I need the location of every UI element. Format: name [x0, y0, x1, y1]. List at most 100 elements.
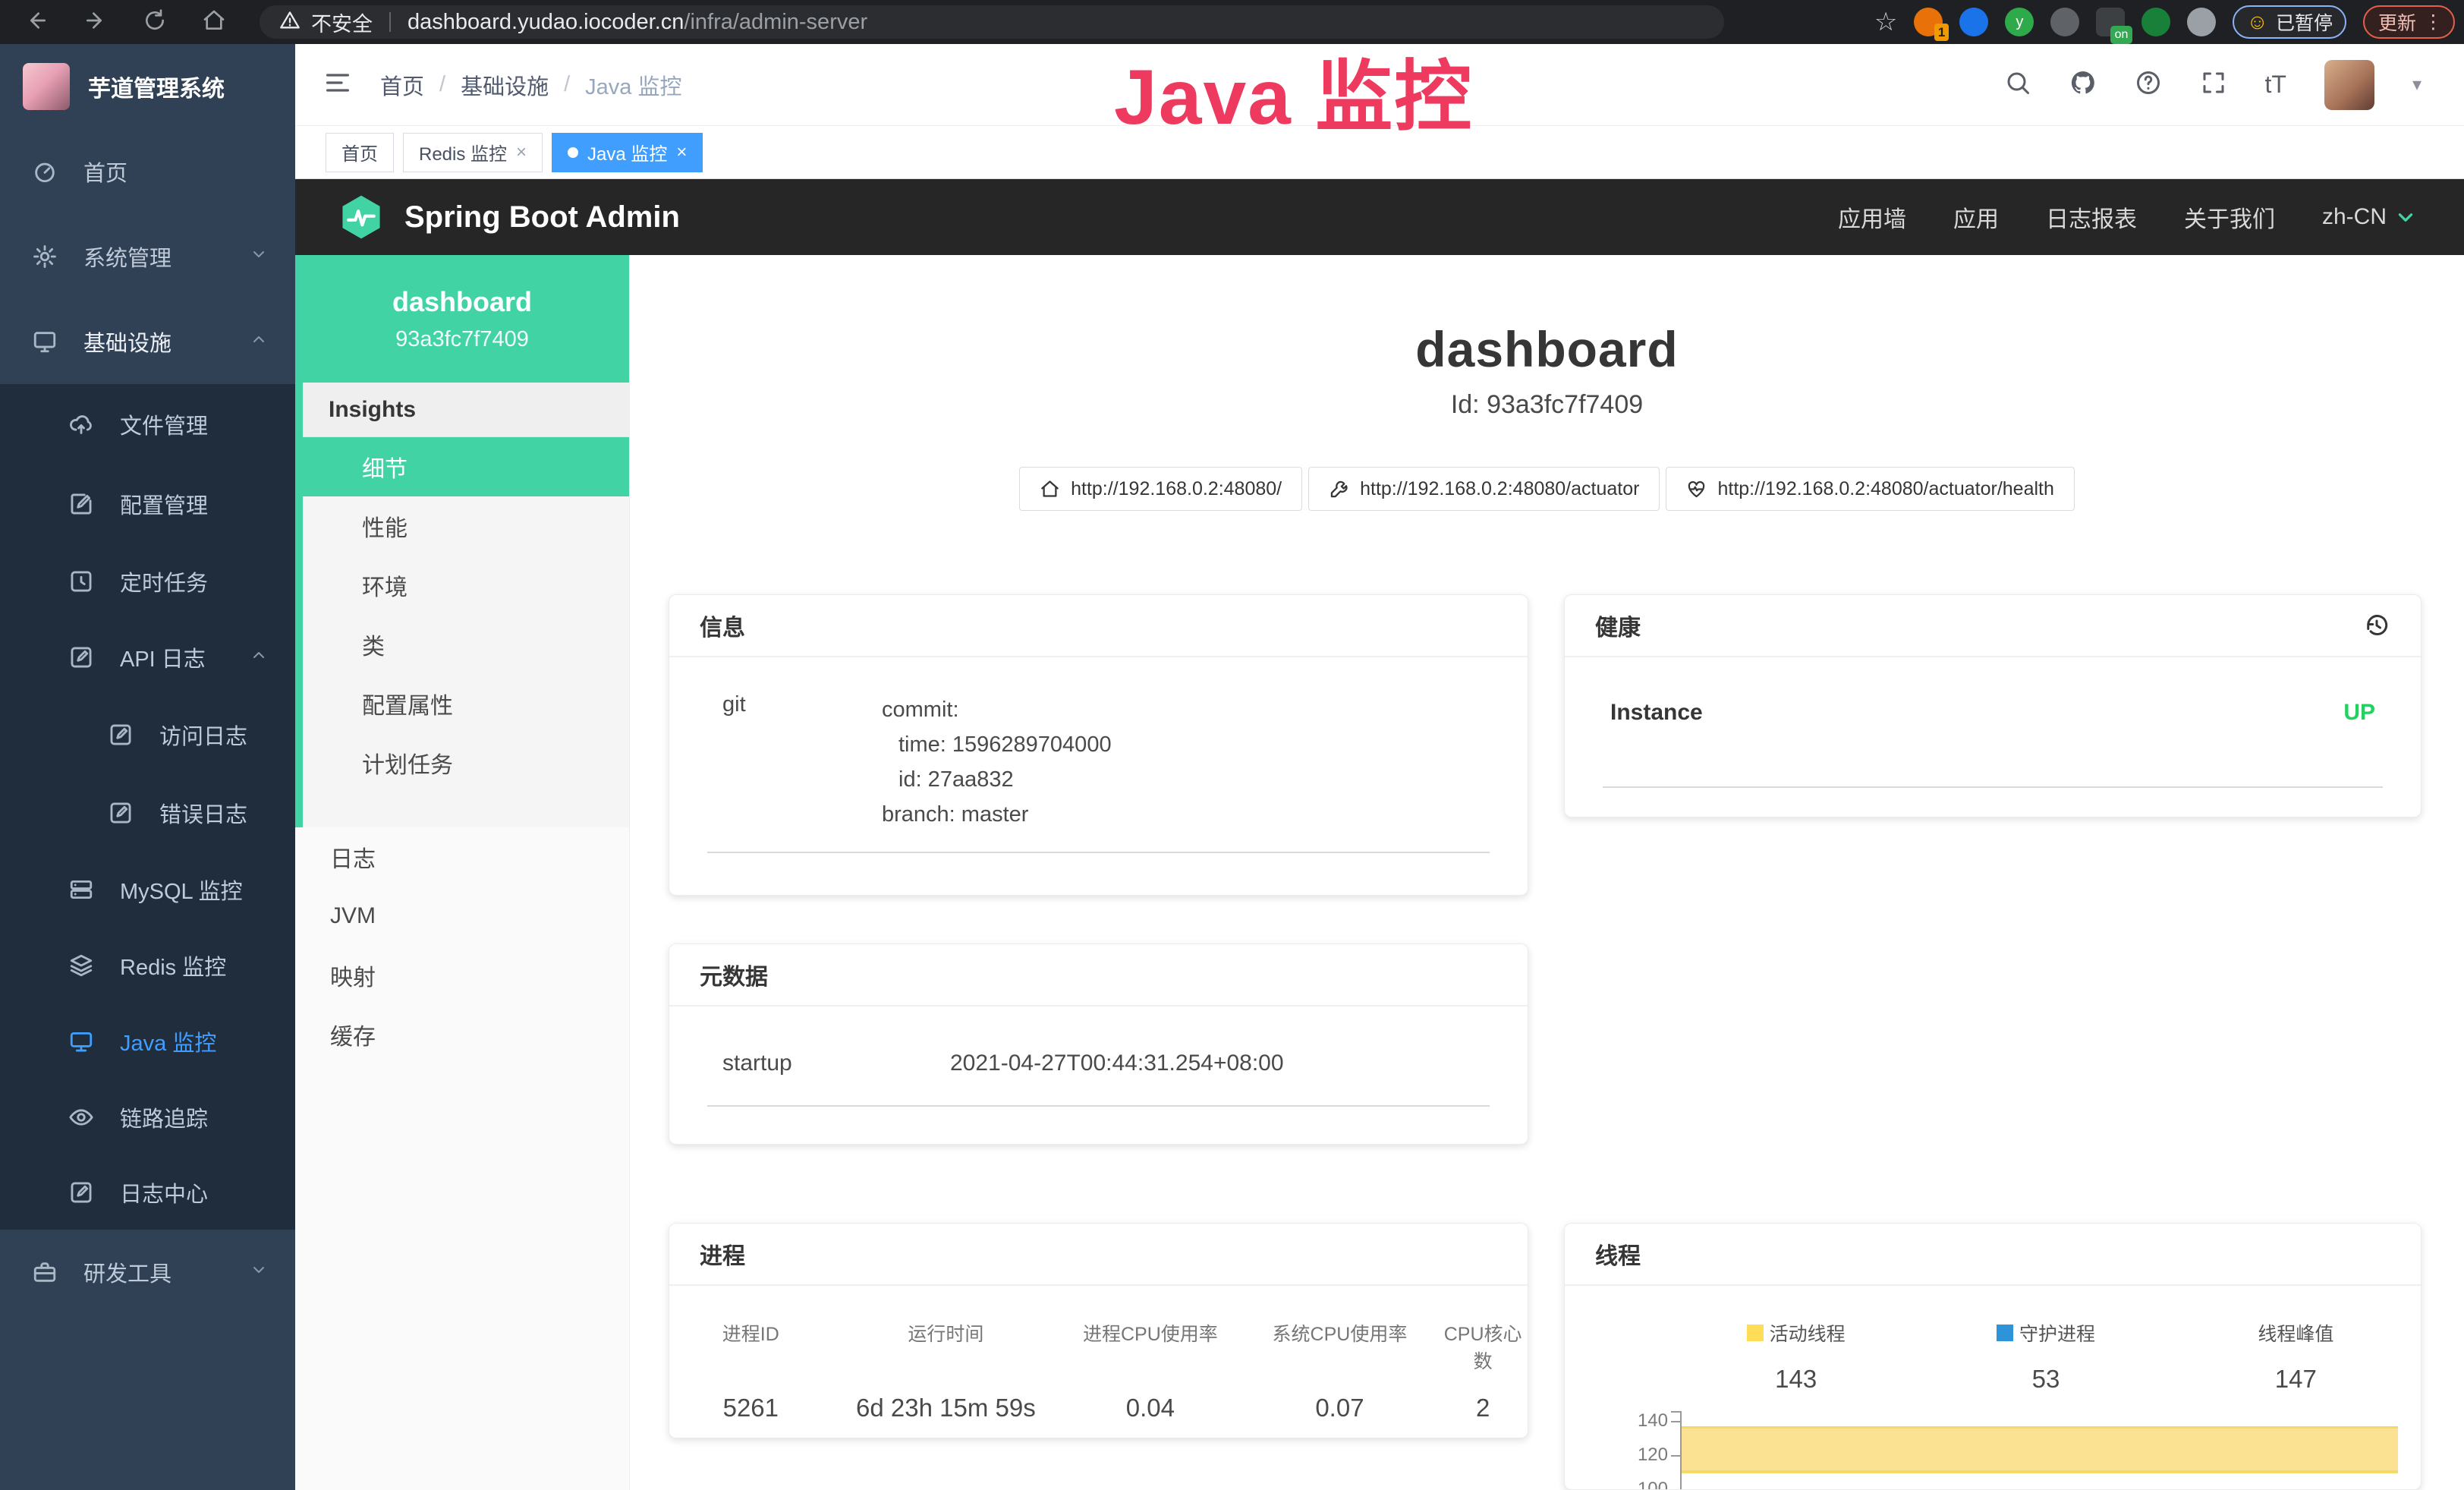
sidebar-item-access-logs[interactable]: 访问日志 — [0, 695, 295, 774]
edit-icon — [108, 722, 134, 748]
sidebar-item-redis-monitor[interactable]: Redis 监控 — [0, 928, 295, 1003]
fullscreen-icon[interactable] — [2200, 69, 2227, 100]
legend-live-threads: 活动线程 — [1671, 1319, 1921, 1347]
tab-java-monitor[interactable]: Java 监控× — [552, 133, 703, 172]
extension-pin-icon[interactable] — [1959, 8, 1988, 36]
java-monitor-icon — [68, 1029, 94, 1054]
extension-grid-icon[interactable] — [2050, 8, 2079, 36]
menu-item-logs[interactable]: 日志 — [295, 827, 629, 887]
threads-legend: 活动线程 守护进程 线程峰值 — [1565, 1319, 2421, 1347]
daemon-threads-value: 53 — [1921, 1365, 2170, 1394]
sidebar-item-config-mgmt[interactable]: 配置管理 — [0, 465, 295, 543]
extension-orange-icon[interactable]: 1 — [1914, 8, 1943, 36]
address-bar[interactable]: 不安全 dashboard.yudao.iocoder.cn/infra/adm… — [260, 5, 1724, 39]
actuator-url-button[interactable]: http://192.168.0.2:48080/actuator — [1308, 467, 1660, 511]
sba-nav-applications[interactable]: 应用 — [1953, 200, 1999, 234]
help-icon[interactable] — [2135, 69, 2162, 100]
menu-item-classes[interactable]: 类 — [303, 615, 629, 674]
sba-brand[interactable]: Spring Boot Admin — [295, 194, 680, 241]
instance-header[interactable]: dashboard 93a3fc7f7409 — [295, 255, 629, 383]
breadcrumb-infrastructure[interactable]: 基础设施 — [461, 69, 549, 101]
edit-icon — [108, 800, 134, 826]
status-badge: UP — [2343, 700, 2375, 726]
profile-paused-chip[interactable]: ☺已暂停 — [2233, 5, 2346, 39]
chrome-update-button[interactable]: 更新⋮ — [2363, 5, 2455, 39]
sidebar-item-home[interactable]: 首页 — [0, 129, 295, 214]
github-icon[interactable] — [2069, 69, 2097, 100]
tab-redis-monitor[interactable]: Redis 监控× — [403, 133, 543, 172]
menu-item-metrics[interactable]: 性能 — [303, 496, 629, 556]
forward-icon[interactable] — [83, 8, 108, 36]
menu-item-scheduled-tasks[interactable]: 计划任务 — [303, 733, 629, 792]
search-icon[interactable] — [2004, 69, 2031, 100]
history-icon[interactable] — [2363, 612, 2390, 639]
y-tick-label: 120 — [1615, 1444, 1668, 1466]
cloud-upload-icon — [68, 411, 94, 437]
avatar-caret-icon[interactable]: ▾ — [2412, 74, 2422, 96]
sba-nav-journal[interactable]: 日志报表 — [2046, 200, 2137, 234]
sidebar-item-file-mgmt[interactable]: 文件管理 — [0, 384, 295, 465]
user-avatar[interactable] — [2324, 60, 2374, 110]
hamburger-icon[interactable] — [323, 68, 353, 102]
sidebar-item-api-logs[interactable]: API 日志 — [0, 619, 295, 695]
legend-peak-threads: 线程峰值 — [2171, 1319, 2421, 1347]
info-key: git — [722, 692, 882, 832]
smiley-icon: ☺ — [2246, 10, 2268, 34]
tab-home[interactable]: 首页 — [326, 133, 394, 172]
menu-item-jvm[interactable]: JVM — [295, 887, 629, 946]
sidebar-item-log-center[interactable]: 日志中心 — [0, 1155, 295, 1230]
layers-icon — [68, 953, 94, 978]
bookmark-star-icon[interactable]: ☆ — [1874, 7, 1897, 37]
gauge-icon — [32, 159, 58, 184]
sidebar-item-system-mgmt[interactable]: 系统管理 — [0, 214, 295, 299]
locale-selector[interactable]: zh-CN — [2322, 204, 2415, 230]
threads-card-title: 线程 — [1565, 1224, 2421, 1286]
sidebar-item-scheduled-jobs[interactable]: 定时任务 — [0, 543, 295, 619]
reload-icon[interactable] — [143, 8, 167, 36]
service-url-button[interactable]: http://192.168.0.2:48080/ — [1019, 467, 1302, 511]
process-val-pid: 5261 — [669, 1394, 832, 1422]
chevron-down-icon — [250, 1260, 268, 1285]
sidebar-item-mysql-monitor[interactable]: MySQL 监控 — [0, 852, 295, 928]
menu-item-environment[interactable]: 环境 — [303, 556, 629, 615]
menu-item-config-props[interactable]: 配置属性 — [303, 674, 629, 733]
browser-right-cluster: ☆ 1 y on ☺已暂停 更新⋮ — [1874, 5, 2464, 39]
extension-switch-icon[interactable]: on — [2096, 8, 2125, 36]
sidebar-item-infrastructure[interactable]: 基础设施 — [0, 299, 295, 384]
breadcrumb-home[interactable]: 首页 — [380, 69, 424, 101]
extension-leaf-icon[interactable] — [2141, 8, 2170, 36]
address-divider — [389, 12, 391, 32]
threads-card: 线程 活动线程 守护进程 线程峰值 143 53 147 140 120 10 — [1564, 1223, 2422, 1490]
sidebar-item-java-monitor[interactable]: Java 监控 — [0, 1003, 295, 1079]
close-icon[interactable]: × — [676, 142, 687, 163]
menu-item-caches[interactable]: 缓存 — [295, 1005, 629, 1064]
sidebar-item-dev-tools[interactable]: 研发工具 — [0, 1230, 295, 1315]
extensions-puzzle-icon[interactable] — [2187, 8, 2216, 36]
health-url-button[interactable]: http://192.168.0.2:48080/actuator/health — [1666, 467, 2074, 511]
sba-nav-about[interactable]: 关于我们 — [2184, 200, 2275, 234]
sidebar-item-error-logs[interactable]: 错误日志 — [0, 774, 295, 852]
close-icon[interactable]: × — [516, 142, 527, 163]
extension-y-icon[interactable]: y — [2005, 8, 2034, 36]
metadata-card-title: 元数据 — [669, 944, 1528, 1006]
sidebar-item-tracing[interactable]: 链路追踪 — [0, 1079, 295, 1155]
y-tick — [1671, 1421, 1680, 1422]
home-icon — [1040, 479, 1060, 499]
breadcrumb: 首页 / 基础设施 / Java 监控 — [380, 69, 681, 101]
divider — [1603, 786, 2383, 788]
breadcrumb-separator: / — [439, 72, 445, 97]
font-size-icon[interactable]: tT — [2265, 71, 2286, 99]
sba-nav: 应用墙 应用 日志报表 关于我们 zh-CN — [1838, 200, 2464, 234]
back-icon[interactable] — [24, 8, 49, 36]
menu-item-mappings[interactable]: 映射 — [295, 946, 629, 1005]
process-col-uptime: 运行时间 — [832, 1319, 1059, 1374]
breadcrumb-separator: / — [564, 72, 570, 97]
menu-kebab-icon[interactable]: ⋮ — [2424, 11, 2443, 33]
metadata-value: 2021-04-27T00:44:31.254+08:00 — [950, 1051, 1284, 1076]
home-icon[interactable] — [202, 8, 226, 36]
instance-name: dashboard — [392, 286, 532, 318]
insights-section: Insights 细节 性能 环境 类 配置属性 计划任务 — [295, 383, 629, 827]
menu-item-details[interactable]: 细节 — [303, 437, 629, 496]
app-logo[interactable]: 芋道管理系统 — [0, 44, 295, 129]
sba-nav-wallboard[interactable]: 应用墙 — [1838, 200, 1906, 234]
